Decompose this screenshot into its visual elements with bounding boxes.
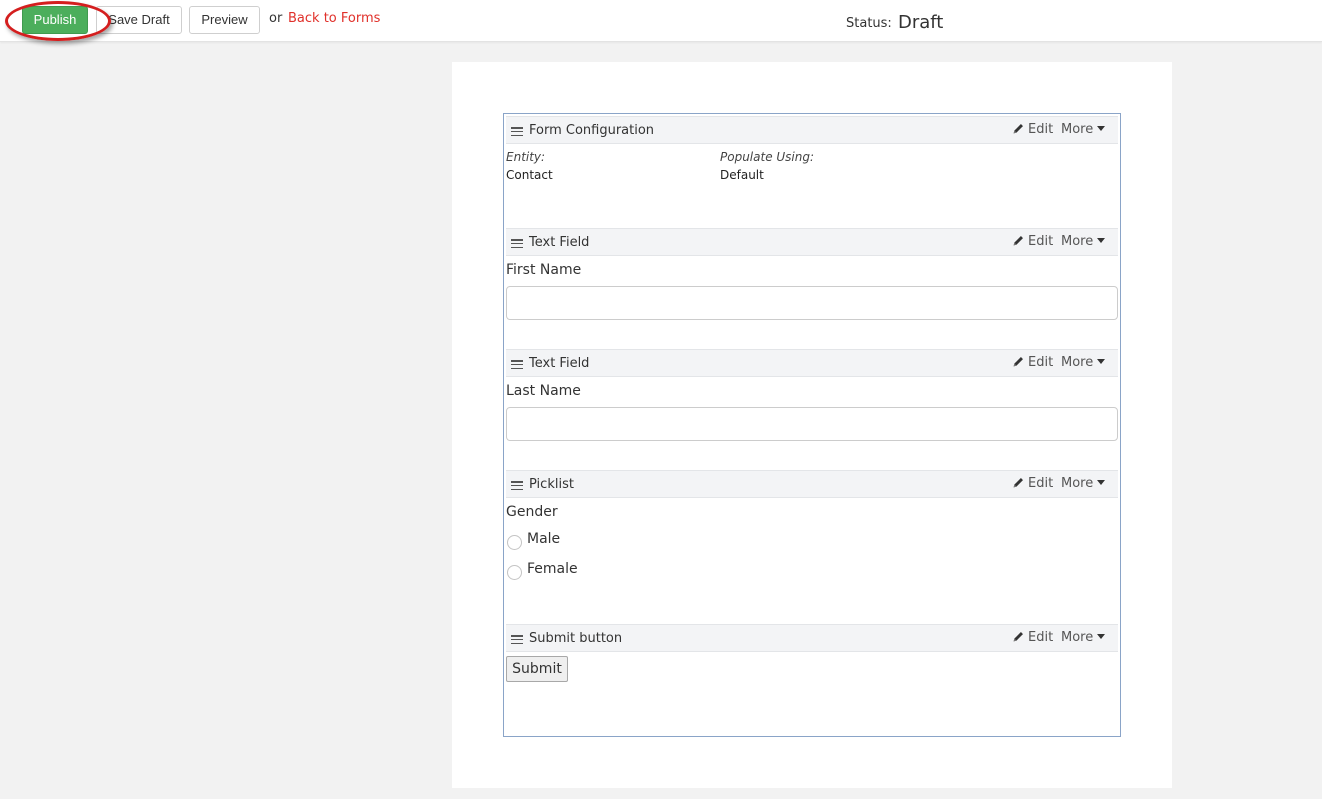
pencil-icon: [1013, 236, 1023, 246]
more-label: More: [1061, 476, 1094, 491]
section-title: Form Configuration: [529, 123, 655, 138]
first-name-input[interactable]: [506, 286, 1118, 320]
back-to-forms-link[interactable]: Back to Forms: [288, 11, 380, 26]
text-field-section-last-name: Text Field Edit More Last Name: [506, 349, 1118, 449]
more-menu-button[interactable]: More: [1061, 355, 1106, 370]
pencil-icon: [1013, 632, 1023, 642]
form-configuration-section: Form Configuration Edit More Entity: Con…: [506, 116, 1118, 226]
edit-label: Edit: [1028, 234, 1054, 249]
status-value: Draft: [897, 12, 944, 33]
caret-down-icon: [1097, 238, 1106, 243]
more-label: More: [1061, 122, 1094, 137]
more-menu-button[interactable]: More: [1061, 476, 1106, 491]
caret-down-icon: [1097, 126, 1106, 131]
section-header: Submit button Edit More: [506, 624, 1118, 652]
more-menu-button[interactable]: More: [1061, 630, 1106, 645]
radio-button[interactable]: [507, 535, 522, 550]
top-toolbar: Publish Save Draft Preview or Back to Fo…: [0, 0, 1322, 42]
section-header: Picklist Edit More: [506, 470, 1118, 498]
radio-label: Female: [527, 561, 578, 577]
pencil-icon: [1013, 478, 1023, 488]
drag-handle-icon[interactable]: [511, 635, 523, 645]
first-name-label: First Name: [506, 262, 582, 278]
edit-button[interactable]: Edit: [1012, 234, 1053, 249]
publish-button[interactable]: Publish: [22, 6, 88, 34]
pencil-icon: [1013, 124, 1023, 134]
submit-button-section: Submit button Edit More Submit: [506, 624, 1118, 694]
section-title: Text Field: [529, 235, 590, 250]
section-title: Submit button: [529, 631, 623, 646]
more-menu-button[interactable]: More: [1061, 234, 1106, 249]
status-label: Status:: [846, 16, 892, 31]
caret-down-icon: [1097, 480, 1106, 485]
edit-label: Edit: [1028, 355, 1054, 370]
populate-using-label: Populate Using:: [720, 150, 815, 164]
submit-button[interactable]: Submit: [506, 656, 568, 682]
caret-down-icon: [1097, 359, 1106, 364]
gender-label: Gender: [506, 504, 558, 520]
entity-label: Entity:: [506, 150, 546, 164]
drag-handle-icon[interactable]: [511, 360, 523, 370]
caret-down-icon: [1097, 634, 1106, 639]
more-menu-button[interactable]: More: [1061, 122, 1106, 137]
drag-handle-icon[interactable]: [511, 239, 523, 249]
edit-label: Edit: [1028, 476, 1054, 491]
section-header: Text Field Edit More: [506, 228, 1118, 256]
entity-value: Contact: [506, 168, 553, 182]
picklist-section-gender: Picklist Edit More Gender Male Female: [506, 470, 1118, 600]
section-title: Picklist: [529, 477, 574, 492]
or-separator: or: [269, 11, 283, 26]
pencil-icon: [1013, 357, 1023, 367]
last-name-input[interactable]: [506, 407, 1118, 441]
last-name-label: Last Name: [506, 383, 581, 399]
edit-button[interactable]: Edit: [1012, 476, 1053, 491]
edit-button[interactable]: Edit: [1012, 122, 1053, 137]
edit-label: Edit: [1028, 630, 1054, 645]
section-header: Text Field Edit More: [506, 349, 1118, 377]
more-label: More: [1061, 630, 1094, 645]
edit-button[interactable]: Edit: [1012, 630, 1053, 645]
radio-button[interactable]: [507, 565, 522, 580]
section-title: Text Field: [529, 356, 590, 371]
save-draft-button[interactable]: Save Draft: [96, 6, 182, 34]
populate-using-value: Default: [720, 168, 764, 182]
preview-button[interactable]: Preview: [189, 6, 260, 34]
radio-label: Male: [527, 531, 561, 547]
text-field-section-first-name: Text Field Edit More First Name: [506, 228, 1118, 328]
section-header: Form Configuration Edit More: [506, 116, 1118, 144]
drag-handle-icon[interactable]: [511, 127, 523, 137]
form-frame: Form Configuration Edit More Entity: Con…: [503, 113, 1121, 737]
form-canvas: Form Configuration Edit More Entity: Con…: [452, 62, 1172, 788]
more-label: More: [1061, 355, 1094, 370]
drag-handle-icon[interactable]: [511, 481, 523, 491]
edit-button[interactable]: Edit: [1012, 355, 1053, 370]
status-indicator: Status: Draft: [846, 11, 944, 33]
edit-label: Edit: [1028, 122, 1054, 137]
more-label: More: [1061, 234, 1094, 249]
